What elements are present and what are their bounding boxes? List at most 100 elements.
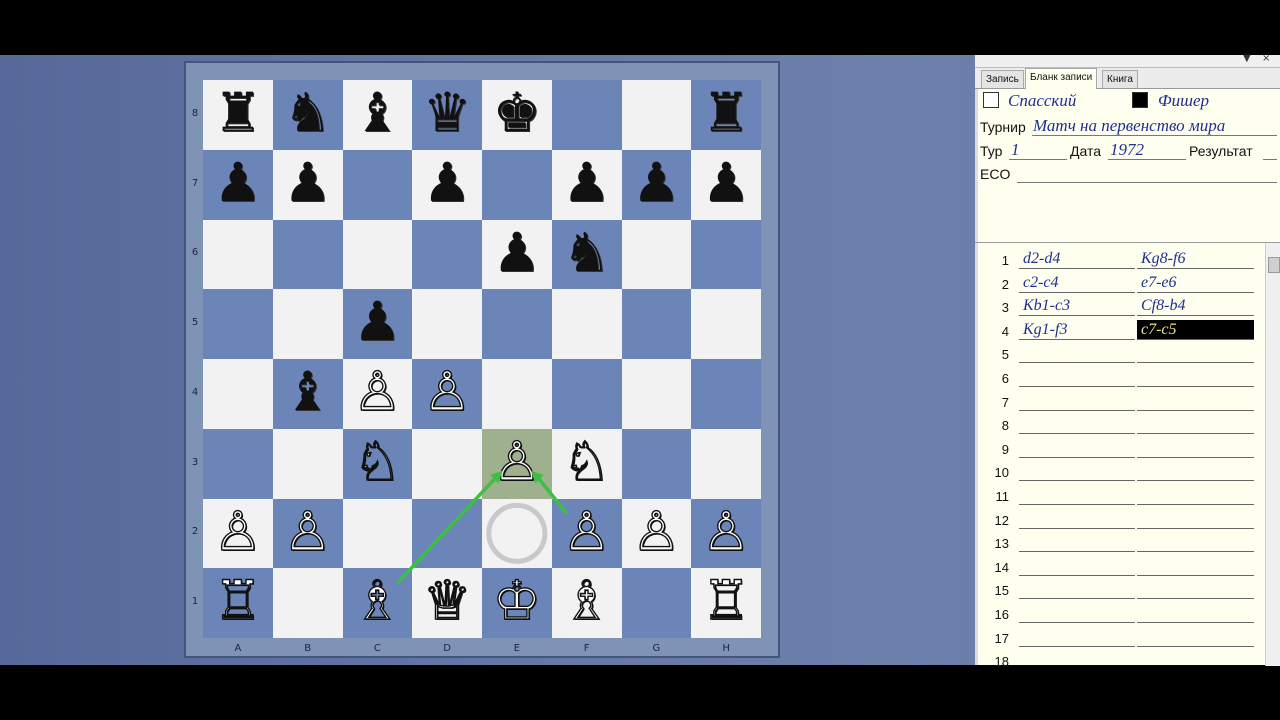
black-move[interactable]: Cf8-b4: [1137, 296, 1254, 317]
square-d5[interactable]: [412, 289, 482, 359]
white-move[interactable]: [1019, 603, 1135, 623]
white-pawn-c4[interactable]: ♙: [343, 359, 413, 429]
square-e2[interactable]: [482, 498, 552, 569]
tab-scoresheet[interactable]: Бланк записи: [1025, 68, 1098, 89]
white-move[interactable]: [1019, 367, 1135, 387]
black-move[interactable]: [1137, 461, 1254, 482]
dropdown-icon[interactable]: ▼: [1243, 53, 1251, 64]
square-f4[interactable]: [551, 359, 622, 429]
square-f8[interactable]: [551, 80, 622, 150]
square-b6[interactable]: [272, 219, 343, 290]
black-move[interactable]: [1137, 485, 1254, 505]
white-move[interactable]: [1019, 532, 1135, 553]
white-move[interactable]: [1019, 579, 1135, 600]
black-pawn-a7[interactable]: ♟: [203, 150, 273, 220]
white-pawn-b2[interactable]: ♙: [273, 499, 343, 569]
tab-book[interactable]: Книга: [1102, 70, 1138, 88]
black-move[interactable]: [1137, 579, 1254, 600]
square-a3[interactable]: [203, 428, 273, 499]
black-queen-d8[interactable]: ♛: [412, 80, 482, 150]
chessboard[interactable]: ♜ ♞ ♝ ♛ ♚ ♜ ♟ ♟ ♟ ♟ ♟ ♟ ♟ ♞ ♟ ♝ ♙ ♙ ♘ ♙ ♘ ♙ ♙ ♙ ♙ ♙ ♖ ♗ ♕ ♔ ♗ ♖: [203, 80, 761, 638]
square-c2[interactable]: [342, 498, 413, 569]
square-d2[interactable]: [412, 498, 482, 569]
black-pawn-f7[interactable]: ♟: [552, 150, 622, 220]
square-h3[interactable]: [691, 428, 761, 499]
black-bishop-c8[interactable]: ♝: [343, 80, 413, 150]
white-move[interactable]: [1019, 627, 1135, 647]
black-move[interactable]: [1137, 438, 1254, 458]
white-player-name[interactable]: Спасский: [1008, 91, 1076, 111]
black-player-name[interactable]: Фишер: [1158, 91, 1209, 111]
white-pawn-h2[interactable]: ♙: [691, 499, 761, 569]
white-king-e1[interactable]: ♔: [482, 568, 552, 638]
square-f5[interactable]: [551, 289, 622, 359]
square-h6[interactable]: [691, 219, 761, 290]
close-icon[interactable]: ×: [1262, 53, 1270, 64]
square-b5[interactable]: [272, 289, 343, 359]
black-pawn-c5[interactable]: ♟: [343, 289, 413, 359]
white-pawn-f2[interactable]: ♙: [552, 499, 622, 569]
black-pawn-h7[interactable]: ♟: [691, 150, 761, 220]
white-move[interactable]: [1019, 509, 1135, 529]
black-move[interactable]: [1137, 532, 1254, 553]
tab-record[interactable]: Запись: [981, 70, 1024, 88]
black-bishop-b4[interactable]: ♝: [273, 359, 343, 429]
black-king-e8[interactable]: ♚: [482, 80, 552, 150]
white-move[interactable]: Kg1-f3: [1019, 320, 1135, 340]
square-b3[interactable]: [272, 428, 343, 499]
white-move[interactable]: d2-d4: [1019, 249, 1135, 269]
white-move[interactable]: [1019, 438, 1135, 458]
square-g3[interactable]: [621, 428, 692, 499]
black-pawn-e6[interactable]: ♟: [482, 220, 552, 290]
black-move[interactable]: [1137, 509, 1254, 529]
square-a6[interactable]: [203, 219, 273, 290]
black-rook-h8[interactable]: ♜: [691, 80, 761, 150]
white-rook-h1[interactable]: ♖: [691, 568, 761, 638]
tournament-field[interactable]: Матч на первенство мира: [1033, 116, 1225, 136]
black-move[interactable]: Kg8-f6: [1137, 249, 1254, 269]
black-pawn-g7[interactable]: ♟: [622, 150, 692, 220]
white-move[interactable]: c2-c4: [1019, 273, 1135, 293]
white-pawn-e3[interactable]: ♙: [482, 429, 552, 499]
black-knight-f6[interactable]: ♞: [552, 220, 622, 290]
black-move[interactable]: [1137, 391, 1254, 411]
square-g1[interactable]: [621, 568, 692, 638]
black-move[interactable]: [1137, 367, 1254, 387]
black-move[interactable]: [1137, 414, 1254, 435]
white-knight-f3[interactable]: ♘: [552, 429, 622, 499]
white-pawn-g2[interactable]: ♙: [622, 499, 692, 569]
square-b1[interactable]: [272, 568, 343, 638]
date-field[interactable]: 1972: [1110, 140, 1144, 160]
square-c7[interactable]: [342, 149, 413, 220]
round-field[interactable]: 1: [1011, 140, 1020, 160]
square-e7[interactable]: [482, 149, 552, 220]
square-g8[interactable]: [621, 80, 692, 150]
square-d3[interactable]: [412, 428, 482, 499]
black-move[interactable]: [1137, 556, 1254, 576]
white-move[interactable]: [1019, 461, 1135, 482]
black-move[interactable]: [1137, 343, 1254, 364]
white-queen-d1[interactable]: ♕: [412, 568, 482, 638]
white-move[interactable]: Kb1-c3: [1019, 296, 1135, 317]
white-move[interactable]: [1019, 650, 1135, 666]
square-a5[interactable]: [203, 289, 273, 359]
black-move[interactable]: [1137, 627, 1254, 647]
black-move[interactable]: c7-c5: [1137, 319, 1254, 340]
square-c6[interactable]: [342, 219, 413, 290]
black-rook-a8[interactable]: ♜: [203, 80, 273, 150]
square-g6[interactable]: [621, 219, 692, 290]
square-g4[interactable]: [621, 359, 692, 429]
white-bishop-c1[interactable]: ♗: [343, 568, 413, 638]
square-h5[interactable]: [691, 289, 761, 359]
black-move[interactable]: [1137, 650, 1254, 666]
white-move[interactable]: [1019, 391, 1135, 411]
white-rook-a1[interactable]: ♖: [203, 568, 273, 638]
white-bishop-f1[interactable]: ♗: [552, 568, 622, 638]
square-g5[interactable]: [621, 289, 692, 359]
white-move[interactable]: [1019, 414, 1135, 435]
square-e4[interactable]: [482, 359, 552, 429]
move-list-scrollbar[interactable]: [1265, 243, 1280, 666]
square-a4[interactable]: [203, 359, 273, 429]
white-pawn-a2[interactable]: ♙: [203, 499, 273, 569]
black-move[interactable]: e7-e6: [1137, 273, 1254, 293]
